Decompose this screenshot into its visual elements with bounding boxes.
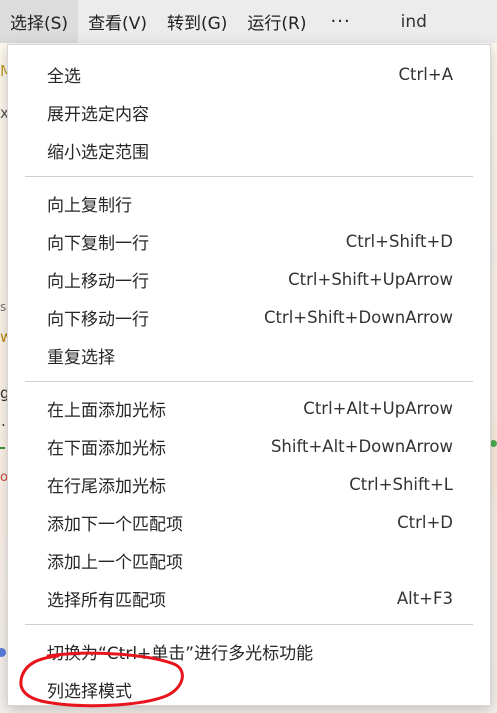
menu-item-label: 列选择模式 [47,681,132,702]
selection-dropdown-menu: 全选 Ctrl+A 展开选定内容 缩小选定范围 向上复制行 向下复制一行 Ctr… [7,44,491,706]
menu-item-expand-selection[interactable]: 展开选定内容 [8,93,490,131]
menu-separator [25,176,473,177]
menu-item-select-all[interactable]: 全选 Ctrl+A [8,55,490,93]
menu-item-label: 向上复制行 [47,195,132,216]
menu-item-label: 添加下一个匹配项 [47,514,183,535]
menu-item-label: 向下移动一行 [47,309,149,330]
menu-item-label: 展开选定内容 [47,104,149,125]
menu-item-column-selection-mode[interactable]: 列选择模式 [8,670,490,708]
menu-item-shortcut: Ctrl+A [398,64,453,84]
menu-item-add-cursors-line-ends[interactable]: 在行尾添加光标 Ctrl+Shift+L [8,465,490,503]
menu-item-label: 在上面添加光标 [47,400,166,421]
menu-item-shortcut: Ctrl+Alt+UpArrow [303,398,453,418]
menu-item-label: 全选 [47,66,81,87]
menu-item-duplicate-selection[interactable]: 重复选择 [8,336,490,374]
menu-item-shortcut: Ctrl+Shift+DownArrow [263,307,453,327]
menu-item-move-line-up[interactable]: 向上移动一行 Ctrl+Shift+UpArrow [8,260,490,298]
menu-item-shortcut: Ctrl+Shift+D [345,231,453,251]
menu-separator [25,624,473,625]
editor-text-fragment: . [1,412,6,430]
menu-item-label: 切换为“Ctrl+单击”进行多光标功能 [47,643,314,664]
menu-item-move-line-down[interactable]: 向下移动一行 Ctrl+Shift+DownArrow [8,298,490,336]
menu-item-add-next-occurrence[interactable]: 添加下一个匹配项 Ctrl+D [8,503,490,541]
menu-bar: 选择(S) 查看(V) 转到(G) 运行(R) ··· ind [0,0,497,43]
menu-item-label: 向下复制一行 [47,233,149,254]
menu-item-label: 向上移动一行 [47,271,149,292]
menu-item-shortcut: Ctrl+Shift+L [349,474,453,494]
editor-text-fragment: s [0,300,7,314]
menu-item-toggle-multicursor-modifier[interactable]: 切换为“Ctrl+单击”进行多光标功能 [8,632,490,670]
menu-view[interactable]: 查看(V) [78,0,157,43]
menu-separator [25,381,473,382]
menu-item-add-previous-occurrence[interactable]: 添加上一个匹配项 [8,541,490,579]
more-menus-icon[interactable]: ··· [317,0,365,43]
menu-item-copy-line-down[interactable]: 向下复制一行 Ctrl+Shift+D [8,222,490,260]
menu-item-label: 重复选择 [47,347,115,368]
menu-item-label: 在行尾添加光标 [47,476,166,497]
menu-item-shortcut: Alt+F3 [396,588,453,608]
menu-item-select-all-occurrences[interactable]: 选择所有匹配项 Alt+F3 [8,579,490,617]
menu-item-shortcut: Ctrl+Shift+UpArrow [288,269,453,289]
editor-gutter-marker [0,447,5,449]
menu-item-label: 在下面添加光标 [47,438,166,459]
menu-item-shortcut: Shift+Alt+DownArrow [270,436,453,456]
menu-item-shortcut: Ctrl+D [397,512,453,532]
menu-item-shrink-selection[interactable]: 缩小选定范围 [8,131,490,169]
menu-item-add-cursor-above[interactable]: 在上面添加光标 Ctrl+Alt+UpArrow [8,389,490,427]
menu-go[interactable]: 转到(G) [157,0,237,43]
menu-item-copy-line-up[interactable]: 向上复制行 [8,184,490,222]
menu-item-label: 选择所有匹配项 [47,590,166,611]
editor-gutter-marker [490,440,497,447]
menu-item-label: 添加上一个匹配项 [47,552,183,573]
menu-selection[interactable]: 选择(S) [0,0,79,43]
menu-item-label: 缩小选定范围 [47,142,149,163]
window-title-fragment: ind [400,11,427,32]
menu-item-add-cursor-below[interactable]: 在下面添加光标 Shift+Alt+DownArrow [8,427,490,465]
menu-run[interactable]: 运行(R) [237,0,316,43]
